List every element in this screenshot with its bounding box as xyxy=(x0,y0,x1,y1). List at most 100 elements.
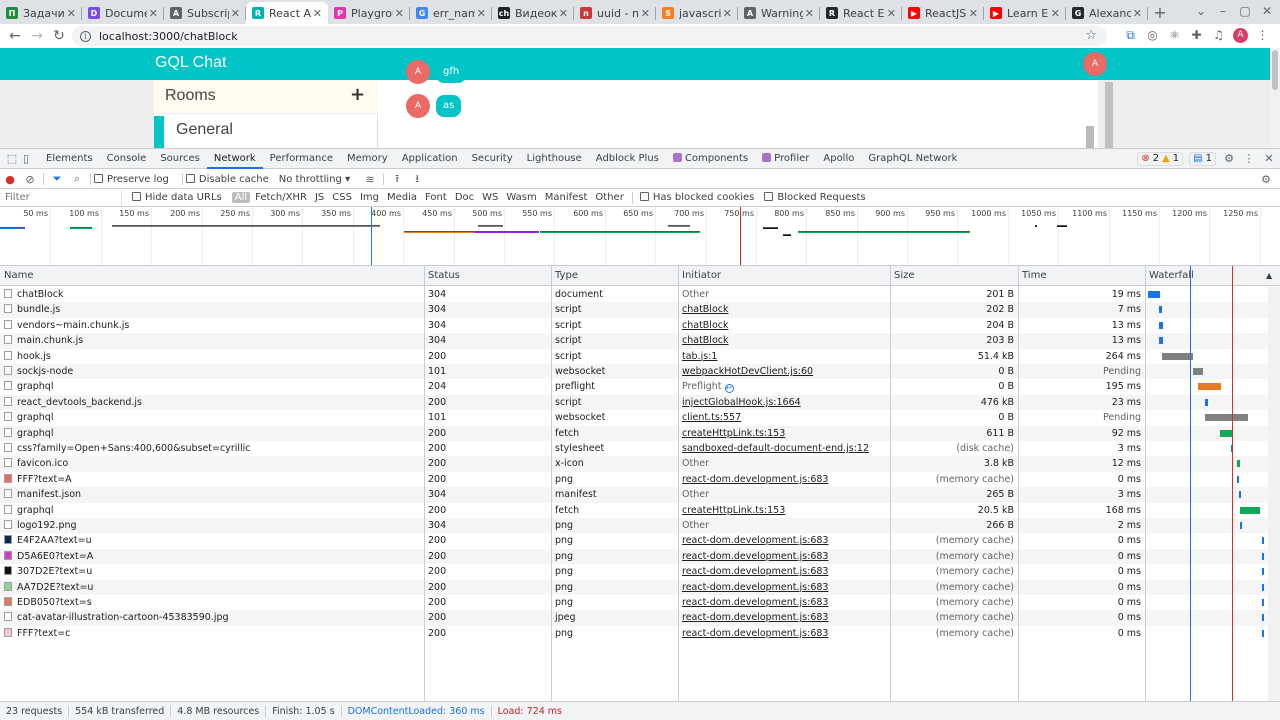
browser-tab[interactable]: A Subscrip✕ xyxy=(164,2,246,24)
request-name[interactable]: bundle.js xyxy=(0,302,424,317)
request-name[interactable]: main.chunk.js xyxy=(0,333,424,348)
request-name[interactable]: E4F2AA?text=u xyxy=(0,533,424,548)
tab-close-icon[interactable]: ✕ xyxy=(969,7,978,20)
request-name[interactable]: cat-avatar-illustration-cartoon-45383590… xyxy=(0,610,424,625)
devtools-tab-sources[interactable]: Sources xyxy=(153,149,207,169)
tab-close-icon[interactable]: ✕ xyxy=(723,7,732,20)
request-initiator[interactable]: react-dom.development.js:683 xyxy=(678,472,890,487)
devtools-tab-memory[interactable]: Memory xyxy=(340,149,395,169)
type-filter-other[interactable]: Other xyxy=(592,192,626,203)
request-name[interactable]: 307D2E?text=u xyxy=(0,564,424,579)
table-row[interactable]: css?family=Open+Sans:400,600&subset=cyri… xyxy=(0,441,1280,456)
inspect-element-icon[interactable]: ⬚ xyxy=(5,152,19,166)
tab-close-icon[interactable]: ✕ xyxy=(477,7,486,20)
reload-icon[interactable]: ↻ xyxy=(48,28,70,44)
table-row[interactable]: EDB050?text=s 200 png react-dom.development… xyxy=(0,595,1280,610)
request-initiator[interactable]: tab.js:1 xyxy=(678,349,890,364)
table-row[interactable]: vendors~main.chunk.js 304 script chatBlock 2… xyxy=(0,318,1280,333)
devtools-tab-application[interactable]: Application xyxy=(395,149,465,169)
browser-tab[interactable]: ch Видеок ✕ xyxy=(492,2,574,24)
preflight-link-icon[interactable]: ↩ xyxy=(724,384,734,394)
devtools-tab-apollo[interactable]: Apollo xyxy=(816,149,861,169)
translate-icon[interactable]: ⧉ xyxy=(1123,28,1138,43)
type-filter-all[interactable]: All xyxy=(231,192,251,203)
room-item-general[interactable]: General xyxy=(154,116,378,148)
type-filter-media[interactable]: Media xyxy=(384,192,420,203)
user-avatar[interactable]: A xyxy=(1083,52,1107,76)
request-initiator[interactable]: react-dom.development.js:683 xyxy=(678,595,890,610)
browser-tab[interactable]: P Playgrou✕ xyxy=(328,2,410,24)
table-row[interactable]: AA7D2E?text=u 200 png react-dom.development… xyxy=(0,579,1280,595)
browser-tab[interactable]: R React Ap✕ xyxy=(246,2,328,24)
column-waterfall[interactable]: Waterfall xyxy=(1145,266,1194,286)
column-status[interactable]: Status xyxy=(424,266,460,286)
settings-gear-icon[interactable]: ⚙ xyxy=(1222,152,1236,166)
request-initiator[interactable]: react-dom.development.js:683 xyxy=(678,580,890,595)
tab-close-icon[interactable]: ✕ xyxy=(641,7,650,20)
preserve-log-checkbox[interactable]: Preserve log xyxy=(94,173,169,185)
devtools-tab-lighthouse[interactable]: Lighthouse xyxy=(520,149,589,169)
type-filter-wasm[interactable]: Wasm xyxy=(503,192,539,203)
network-conditions-icon[interactable]: ≋ xyxy=(360,173,380,186)
browser-tab[interactable]: ▶ Learn Ex✕ xyxy=(984,2,1066,24)
close-window-icon[interactable]: ✕ xyxy=(1260,4,1274,18)
extension-circle-icon[interactable]: ◎ xyxy=(1145,28,1160,43)
filter-icon[interactable]: ⏷ xyxy=(47,172,67,186)
throttling-select[interactable]: No throttling ▾ xyxy=(279,174,350,185)
browser-tab[interactable]: П Задачи ✕ xyxy=(0,2,82,24)
menu-kebab-icon[interactable]: ⋮ xyxy=(1255,28,1270,43)
record-icon[interactable]: ● xyxy=(0,173,20,186)
column-name[interactable]: Name xyxy=(0,266,34,286)
tab-close-icon[interactable]: ✕ xyxy=(67,7,76,20)
request-name[interactable]: graphql xyxy=(0,379,424,394)
request-initiator[interactable]: createHttpLink.ts:153 xyxy=(678,503,890,518)
clear-icon[interactable]: ⊘ xyxy=(20,173,40,186)
request-name[interactable]: graphql xyxy=(0,503,424,518)
browser-tab[interactable]: ▶ ReactJS ✕ xyxy=(902,2,984,24)
export-har-icon[interactable]: ⭳ xyxy=(407,170,427,189)
has-blocked-cookies-checkbox[interactable]: Has blocked cookies xyxy=(639,192,754,203)
type-filter-css[interactable]: CSS xyxy=(329,192,355,203)
request-initiator[interactable]: chatBlock xyxy=(678,302,890,317)
tab-close-icon[interactable]: ✕ xyxy=(1133,7,1142,20)
browser-tab[interactable]: n uuid - np✕ xyxy=(574,2,656,24)
request-name[interactable]: D5A6E0?text=A xyxy=(0,549,424,564)
bookmark-star-icon[interactable]: ☆ xyxy=(1085,28,1097,43)
type-filter-img[interactable]: Img xyxy=(357,192,382,203)
devtools-tab-adblock-plus[interactable]: Adblock Plus xyxy=(589,149,666,169)
browser-tab[interactable]: R React Er ✕ xyxy=(820,2,902,24)
column-time[interactable]: Time xyxy=(1018,266,1046,286)
tab-close-icon[interactable]: ✕ xyxy=(559,7,568,20)
request-initiator[interactable]: react-dom.development.js:683 xyxy=(678,626,890,641)
filter-input[interactable] xyxy=(0,189,122,206)
request-initiator[interactable]: client.ts:557 xyxy=(678,410,890,425)
request-name[interactable]: sockjs-node xyxy=(0,364,424,379)
close-devtools-icon[interactable]: ✕ xyxy=(1262,152,1276,166)
request-initiator[interactable]: sandboxed-default-document-end.js:12 xyxy=(678,441,890,456)
table-row[interactable]: E4F2AA?text=u 200 png react-dom.development… xyxy=(0,533,1280,548)
maximize-icon[interactable]: ▢ xyxy=(1238,4,1252,18)
devtools-tab-components[interactable]: Components xyxy=(666,149,755,169)
react-devtools-icon[interactable]: ⚛ xyxy=(1167,28,1182,43)
devtools-tab-network[interactable]: Network xyxy=(206,149,263,169)
browser-tab[interactable]: A Warning ✕ xyxy=(738,2,820,24)
browser-tab[interactable]: Sjavascrip✕ xyxy=(656,2,738,24)
request-initiator[interactable]: injectGlobalHook.js:1664 xyxy=(678,395,890,410)
request-initiator[interactable]: chatBlock xyxy=(678,318,890,333)
table-row[interactable]: graphql 200 fetch createHttpLink.ts:153 611 … xyxy=(0,425,1280,441)
table-row[interactable]: FFF?text=c 200 png react-dom.development.js… xyxy=(0,626,1280,641)
media-control-icon[interactable]: ♫ xyxy=(1211,28,1226,43)
request-name[interactable]: manifest.json xyxy=(0,487,424,502)
tab-close-icon[interactable]: ✕ xyxy=(149,7,158,20)
request-name[interactable]: chatBlock xyxy=(0,287,424,302)
request-initiator[interactable]: react-dom.development.js:683 xyxy=(678,549,890,564)
page-scrollbar[interactable] xyxy=(1105,82,1113,148)
request-name[interactable]: css?family=Open+Sans:400,600&subset=cyri… xyxy=(0,441,424,456)
tab-close-icon[interactable]: ✕ xyxy=(231,7,240,20)
table-row[interactable]: react_devtools_backend.js 200 script inject… xyxy=(0,394,1280,411)
disable-cache-checkbox[interactable]: Disable cache xyxy=(185,173,269,185)
type-filter-doc[interactable]: Doc xyxy=(452,192,477,203)
blocked-requests-checkbox[interactable]: Blocked Requests xyxy=(764,192,866,203)
new-tab-button[interactable]: + xyxy=(1148,2,1172,24)
request-name[interactable]: vendors~main.chunk.js xyxy=(0,318,424,333)
